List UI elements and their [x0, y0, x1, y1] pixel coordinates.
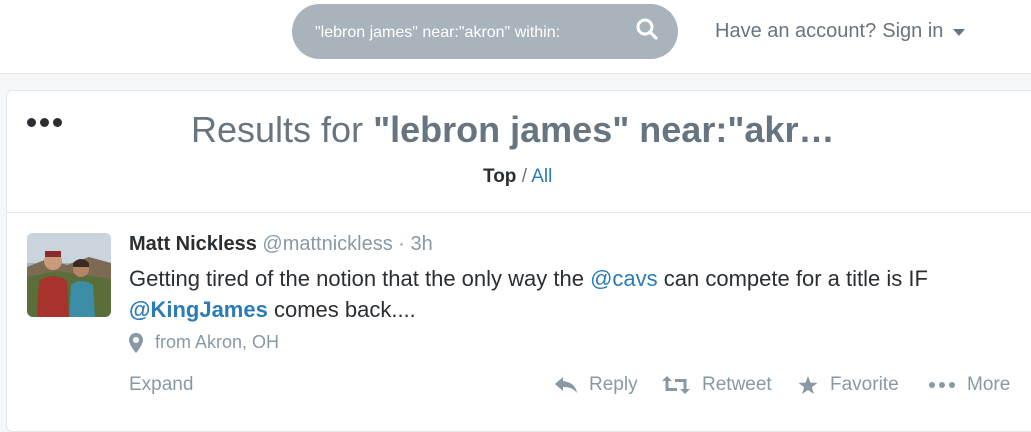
results-prefix: Results for [191, 109, 364, 150]
mention-link[interactable]: @cavs [590, 266, 658, 291]
caret-down-icon[interactable] [953, 28, 966, 37]
search-icon[interactable] [636, 18, 658, 40]
more-label: More [967, 374, 1011, 395]
retweet-button[interactable]: Retweet [662, 374, 772, 396]
filter-separator: / [516, 166, 532, 187]
favorite-button[interactable]: Favorite [798, 374, 899, 396]
location-text[interactable]: from Akron, OH [155, 332, 279, 353]
account-menu[interactable]: Have an account? Sign in [715, 20, 966, 43]
more-options-icon[interactable] [27, 118, 62, 127]
search-input[interactable] [313, 17, 637, 49]
account-prompt: Have an account? [715, 20, 877, 42]
tweet-timestamp[interactable]: 3h [411, 233, 433, 255]
tweet-separator: · [392, 233, 411, 255]
results-filter: Top / All [483, 166, 552, 188]
tweet-author-handle[interactable]: @mattnickless [262, 233, 392, 255]
reply-button[interactable]: Reply [555, 374, 638, 396]
tweet-header: Matt Nickless @mattnickless · 3h [129, 233, 433, 256]
page-title: Results for "lebron james" near:"akr… [191, 109, 834, 151]
reply-label: Reply [589, 374, 638, 395]
expand-link[interactable]: Expand [129, 374, 193, 396]
location-pin-icon [129, 332, 143, 353]
reply-icon [555, 377, 577, 393]
tweet-text-part: can compete for a title is IF [657, 266, 928, 291]
results-query: "lebron james" near:"akr… [373, 109, 835, 150]
filter-all[interactable]: All [531, 166, 552, 187]
divider [6, 212, 1031, 213]
star-icon [798, 375, 818, 394]
search-box[interactable] [292, 4, 678, 59]
more-dots-icon [929, 382, 955, 388]
more-button[interactable]: More [929, 374, 1010, 396]
avatar[interactable] [27, 233, 111, 317]
top-bar: Have an account? Sign in [0, 0, 1031, 74]
filter-top[interactable]: Top [483, 166, 516, 187]
retweet-icon [662, 376, 690, 394]
sign-in-link[interactable]: Sign in [882, 20, 943, 43]
tweet-text: Getting tired of the notion that the onl… [129, 263, 1019, 325]
tweet-text-part: comes back.... [267, 297, 416, 322]
retweet-label: Retweet [702, 374, 772, 395]
mention-link[interactable]: @KingJames [129, 297, 268, 322]
favorite-label: Favorite [830, 374, 899, 395]
tweet-location: from Akron, OH [129, 332, 279, 353]
tweet-text-part: Getting tired of the notion that the onl… [129, 266, 591, 291]
tweet-author-name[interactable]: Matt Nickless [129, 233, 257, 255]
